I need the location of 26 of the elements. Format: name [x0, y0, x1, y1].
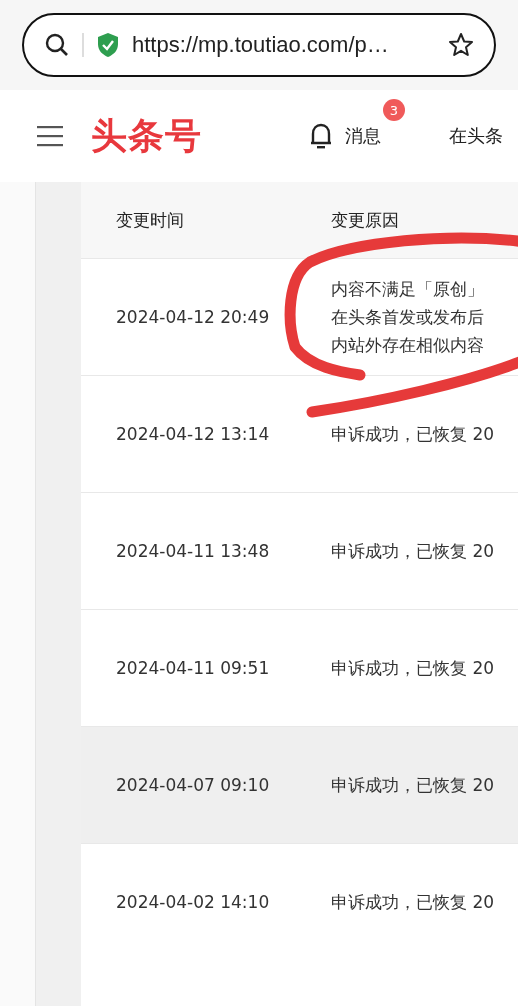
- reason-text: 内站外存在相似内容: [331, 334, 484, 357]
- column-header: 变更原因: [331, 208, 399, 232]
- reason-text: 申诉成功，已恢复 20: [331, 657, 495, 680]
- time-cell-text: 2024-04-12 13:14: [115, 424, 271, 444]
- reason-text: 申诉成功，已恢复 20: [331, 423, 495, 446]
- logo[interactable]: 头条号: [91, 111, 202, 161]
- shield-check-icon: [96, 32, 120, 58]
- star-icon[interactable]: [448, 32, 474, 58]
- time-cell-text: 2024-04-07 09:10: [115, 775, 271, 795]
- reason-text: 内容不满足「原创」: [331, 278, 484, 301]
- time-cell-text: 2024-04-11 09:51: [115, 658, 271, 678]
- search-icon[interactable]: [44, 32, 70, 58]
- url-text: https://mp.toutiao.com/p…: [132, 32, 390, 58]
- nav-link[interactable]: 在头条: [449, 124, 503, 148]
- notification-badge: 3: [383, 99, 405, 121]
- time-cell-text: 2024-04-12 20:49: [115, 307, 271, 327]
- time-cell-text: 2024-04-11 13:48: [115, 541, 271, 561]
- reason-text: 在头条首发或发布后: [331, 306, 484, 329]
- reason-text: 申诉成功，已恢复 20: [331, 540, 495, 563]
- messages-link[interactable]: 消息: [345, 124, 381, 148]
- menu-icon[interactable]: [37, 125, 63, 147]
- column-header: 变更时间: [115, 208, 185, 232]
- reason-text: 申诉成功，已恢复 20: [331, 774, 495, 797]
- address-bar[interactable]: https://mp.toutiao.com/p…: [22, 13, 496, 77]
- time-cell-text: 2024-04-02 14:10: [115, 892, 271, 912]
- reason-text: 申诉成功，已恢复 20: [331, 891, 495, 914]
